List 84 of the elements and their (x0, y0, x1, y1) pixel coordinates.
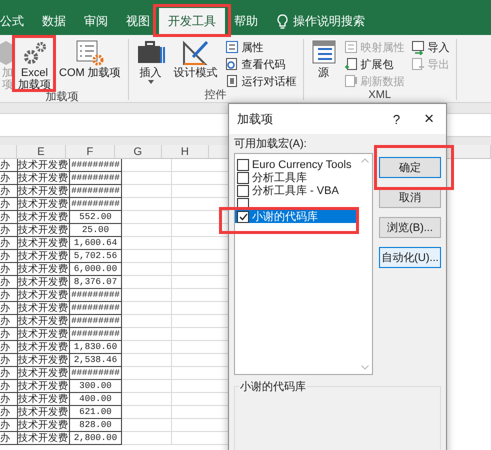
table-cell: 办 (0, 250, 18, 263)
table-cell: 办 (0, 237, 18, 250)
table-cell: 技术开发费 (18, 419, 70, 432)
table-cell: 办 (0, 406, 18, 419)
button-label: COM 加载项 (59, 67, 121, 79)
button-label: 项 (2, 79, 13, 91)
table-cell: ######### (70, 367, 122, 380)
table-cell: 技术开发费 (18, 185, 70, 198)
table-cell: 办 (0, 380, 18, 393)
dialog-title: 加载项 (237, 110, 274, 128)
table-cell: 1,830.60 (70, 341, 122, 354)
list-label: 可用加载宏(A): (234, 138, 308, 151)
table-cell: 办 (0, 419, 18, 432)
table-cell: 621.00 (70, 406, 122, 419)
button-label: 加 (2, 67, 13, 79)
table-cell: 技术开发费 (18, 211, 70, 224)
table-cell: 技术开发费 (18, 393, 70, 406)
group-label: 控件 (204, 89, 228, 102)
table-cell: ######### (70, 172, 122, 185)
table-cell: 技术开发费 (18, 380, 70, 393)
table-cell: 技术开发费 (18, 315, 70, 328)
table-cell: 552.00 (70, 211, 122, 224)
table-cell: 技术开发费 (18, 250, 70, 263)
table-cell: 技术开发费 (18, 237, 70, 250)
table-cell: 技术开发费 (18, 367, 70, 380)
table-cell: 8,376.07 (70, 276, 122, 289)
table-cell: 办 (0, 354, 18, 367)
button-label: 插入 (140, 67, 162, 79)
table-cell: 技术开发费 (18, 302, 70, 315)
table-cell: 办 (0, 341, 18, 354)
table-cell: 办 (0, 198, 18, 211)
table-cell: 2,800.00 (70, 432, 122, 445)
table-cell: 技术开发费 (18, 289, 70, 302)
table-cell: ######### (70, 198, 122, 211)
table-cell: 技术开发费 (18, 341, 70, 354)
table-cell: 技术开发费 (18, 354, 70, 367)
item-label: Euro Currency Tools (252, 158, 352, 170)
table-cell: 技术开发费 (18, 406, 70, 419)
table-cell: ######### (70, 302, 122, 315)
table-cell: 5,702.56 (70, 250, 122, 263)
table-cell: 办 (0, 302, 18, 315)
table-cell: 办 (0, 393, 18, 406)
table-cell: 办 (0, 276, 18, 289)
item-label: 分析工具库 (252, 170, 307, 184)
group-label: XML (367, 89, 392, 102)
table-cell: 技术开发费 (18, 198, 70, 211)
table-cell: 技术开发费 (18, 172, 70, 185)
table-cell: 技术开发费 (18, 328, 70, 341)
item-label: 分析工具库 - VBA (252, 184, 339, 198)
button-label: Excel (21, 67, 48, 79)
button-label: 加载项 (18, 79, 51, 91)
table-cell: 办 (0, 315, 18, 328)
table-cell: ######### (70, 185, 122, 198)
table-cell: 办 (0, 263, 18, 276)
button-label: 设计模式 (174, 67, 218, 79)
table-cell: 300.00 (70, 380, 122, 393)
table-cell: 2,538.46 (70, 354, 122, 367)
table-cell: 400.00 (70, 393, 122, 406)
item-label: 小谢的代码库 (252, 210, 318, 224)
button-label: 源 (318, 67, 330, 79)
table-cell: 技术开发费 (18, 276, 70, 289)
table-cell: 技术开发费 (18, 263, 70, 276)
table-cell: 1,600.64 (70, 237, 122, 250)
table-cell: 技术开发费 (18, 432, 70, 445)
table-cell: 办 (0, 159, 18, 172)
table-cell: ######### (70, 328, 122, 341)
table-cell: 25.00 (70, 224, 122, 237)
table-cell: ######### (70, 289, 122, 302)
table-cell: ######### (70, 315, 122, 328)
table-cell: 办 (0, 289, 18, 302)
table-cell: 办 (0, 185, 18, 198)
table-cell: ######### (70, 159, 122, 172)
table-cell: 技术开发费 (18, 159, 70, 172)
table-cell: 办 (0, 211, 18, 224)
table-cell: 828.00 (70, 419, 122, 432)
group-label: 加载项 (44, 91, 80, 104)
table-cell: 办 (0, 367, 18, 380)
table-cell: 办 (0, 172, 18, 185)
table-cell: 办 (0, 328, 18, 341)
table-cell: 技术开发费 (18, 224, 70, 237)
description-title: 小谢的代码库 (239, 380, 307, 394)
table-cell: 6,000.00 (70, 263, 122, 276)
table-cell: 办 (0, 432, 18, 445)
table-cell: 办 (0, 224, 18, 237)
